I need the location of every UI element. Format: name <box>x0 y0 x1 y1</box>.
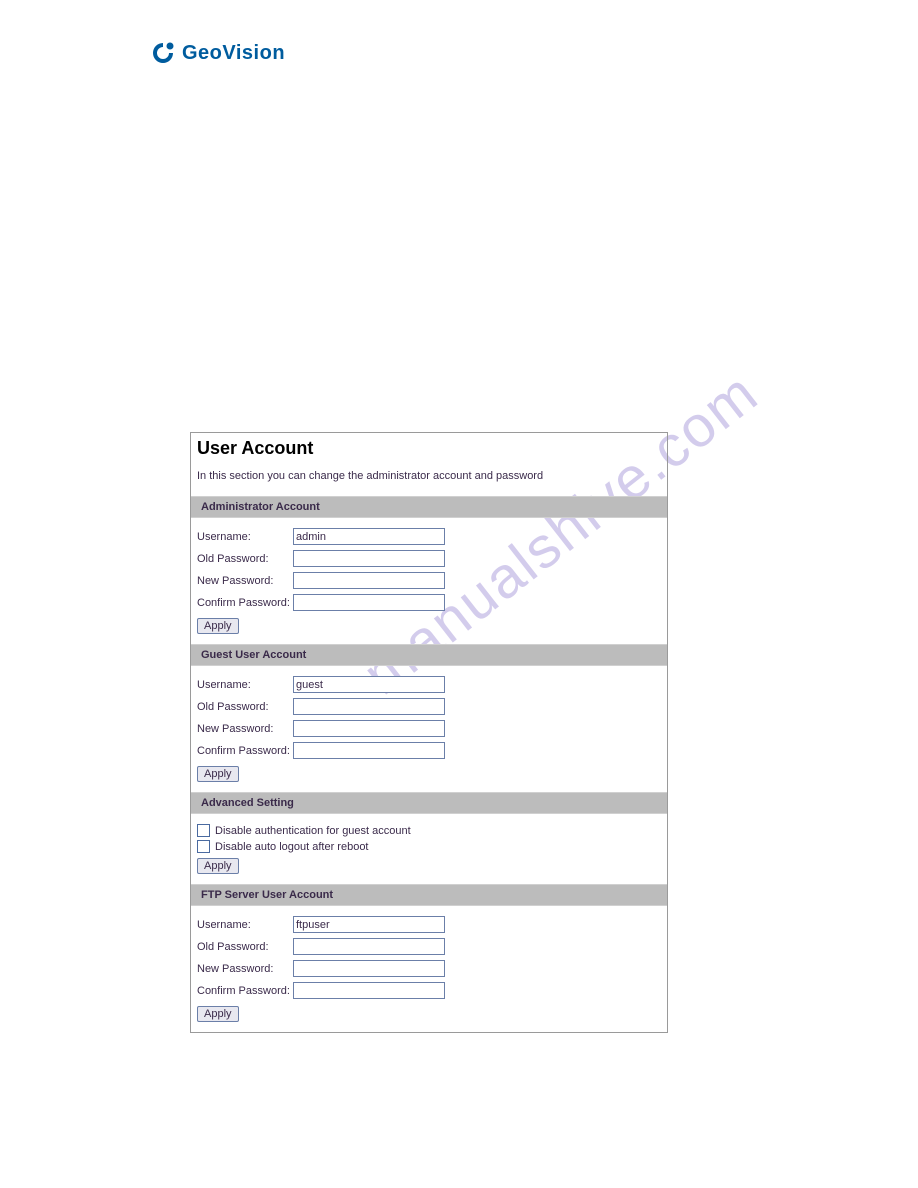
guest-confirm-password-label: Confirm Password: <box>197 745 293 757</box>
brand-logo: GeoVision <box>150 40 285 66</box>
guest-confirm-password-input[interactable] <box>293 742 445 759</box>
ftp-confirm-password-input[interactable] <box>293 982 445 999</box>
section-header-advanced: Advanced Setting <box>191 792 667 814</box>
panel-description: In this section you can change the admin… <box>191 462 667 496</box>
advanced-apply-button[interactable]: Apply <box>197 858 239 874</box>
ftp-new-password-input[interactable] <box>293 960 445 977</box>
user-account-panel: User Account In this section you can cha… <box>190 432 668 1033</box>
guest-username-label: Username: <box>197 679 293 691</box>
guest-new-password-label: New Password: <box>197 723 293 735</box>
admin-form: Username: Old Password: New Password: Co… <box>191 518 667 644</box>
advanced-form: Disable authentication for guest account… <box>191 814 667 884</box>
admin-new-password-label: New Password: <box>197 575 293 587</box>
disable-auto-logout-checkbox[interactable] <box>197 840 210 853</box>
guest-username-input[interactable] <box>293 676 445 693</box>
section-header-guest: Guest User Account <box>191 644 667 666</box>
ftp-username-label: Username: <box>197 919 293 931</box>
disable-auth-checkbox[interactable] <box>197 824 210 837</box>
section-header-admin: Administrator Account <box>191 496 667 518</box>
ftp-apply-button[interactable]: Apply <box>197 1006 239 1022</box>
panel-title: User Account <box>191 433 667 462</box>
guest-old-password-input[interactable] <box>293 698 445 715</box>
guest-new-password-input[interactable] <box>293 720 445 737</box>
admin-old-password-label: Old Password: <box>197 553 293 565</box>
ftp-confirm-password-label: Confirm Password: <box>197 985 293 997</box>
ftp-form: Username: Old Password: New Password: Co… <box>191 906 667 1032</box>
section-header-ftp: FTP Server User Account <box>191 884 667 906</box>
disable-auth-label: Disable authentication for guest account <box>215 825 411 837</box>
logo-text: GeoVision <box>182 42 285 65</box>
logo-icon <box>150 40 176 66</box>
admin-username-label: Username: <box>197 531 293 543</box>
ftp-username-input[interactable] <box>293 916 445 933</box>
guest-apply-button[interactable]: Apply <box>197 766 239 782</box>
admin-confirm-password-input[interactable] <box>293 594 445 611</box>
guest-form: Username: Old Password: New Password: Co… <box>191 666 667 792</box>
ftp-new-password-label: New Password: <box>197 963 293 975</box>
admin-old-password-input[interactable] <box>293 550 445 567</box>
admin-confirm-password-label: Confirm Password: <box>197 597 293 609</box>
ftp-old-password-input[interactable] <box>293 938 445 955</box>
admin-username-input[interactable] <box>293 528 445 545</box>
admin-apply-button[interactable]: Apply <box>197 618 239 634</box>
disable-auto-logout-label: Disable auto logout after reboot <box>215 841 369 853</box>
ftp-old-password-label: Old Password: <box>197 941 293 953</box>
admin-new-password-input[interactable] <box>293 572 445 589</box>
guest-old-password-label: Old Password: <box>197 701 293 713</box>
